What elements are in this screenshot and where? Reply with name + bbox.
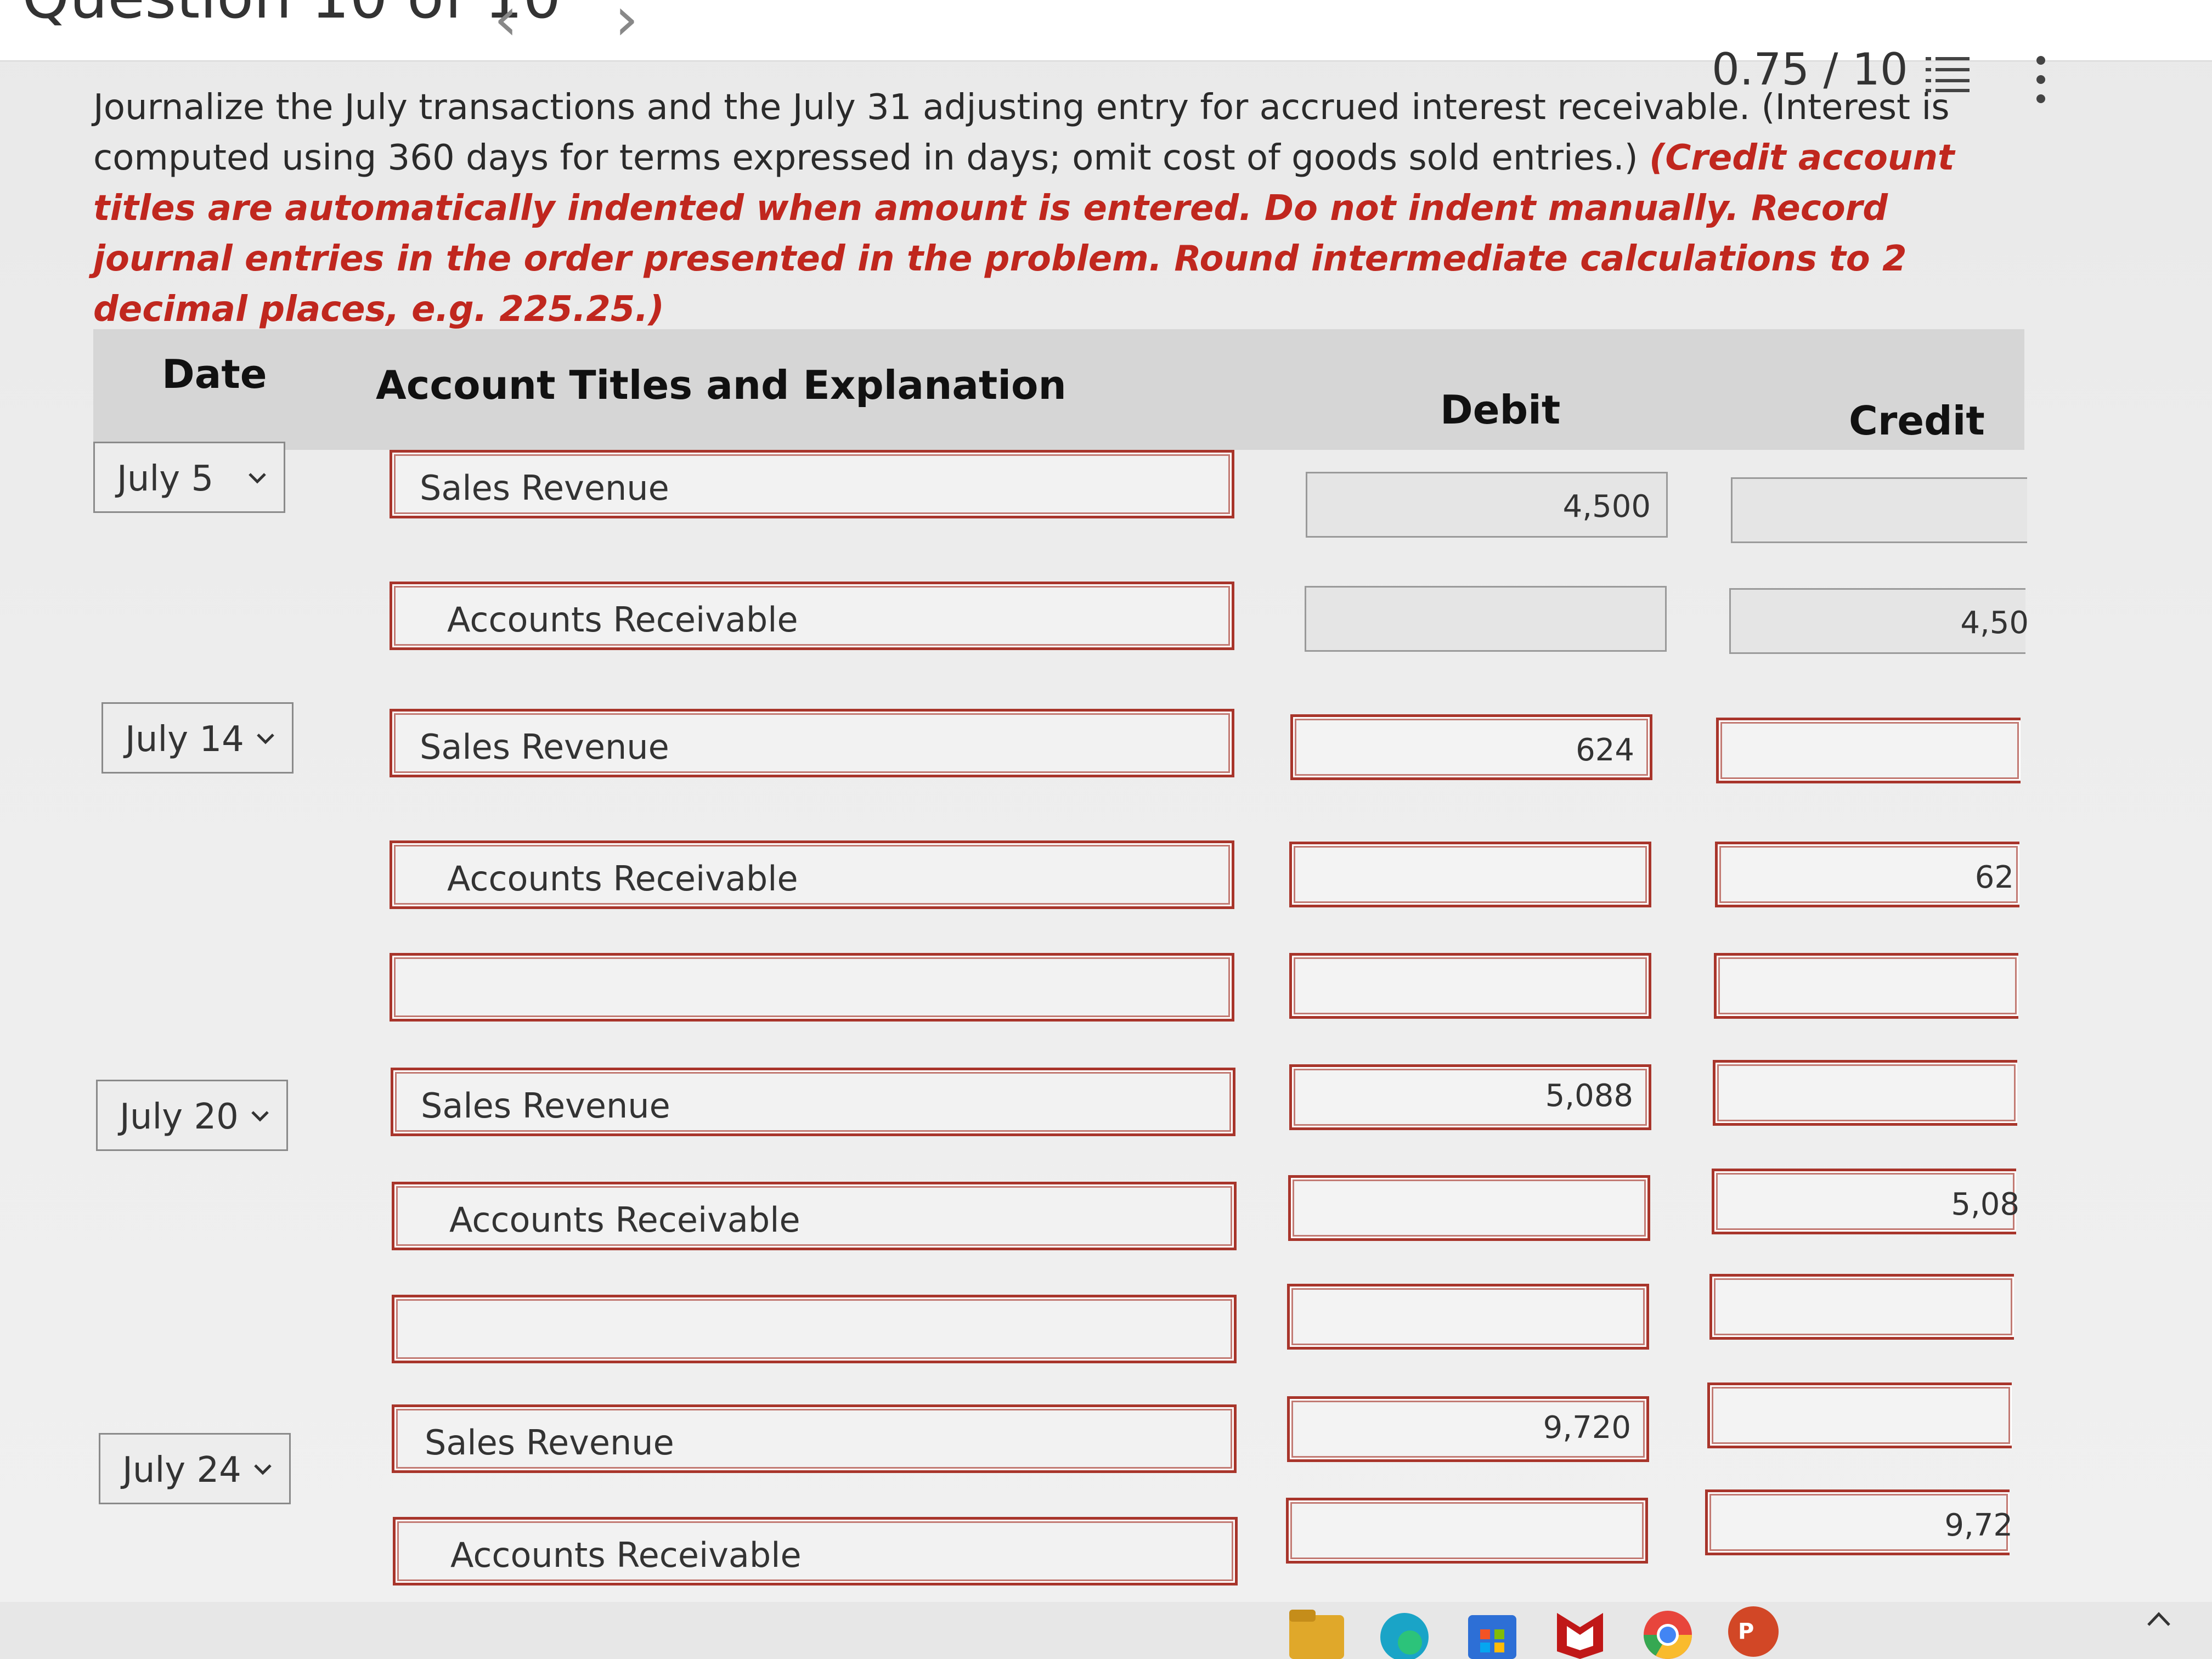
chevron-right-icon[interactable]: ›	[614, 0, 639, 54]
date-select-value: July 20	[120, 1097, 239, 1137]
account-title-input[interactable]: Accounts Receivable	[390, 582, 1234, 650]
debit-input[interactable]: 9,720	[1287, 1396, 1649, 1462]
date-select-july-24[interactable]: July 24	[99, 1433, 291, 1504]
debit-input[interactable]	[1286, 1498, 1648, 1564]
chevron-up-icon[interactable]	[2145, 1607, 2172, 1629]
debit-input[interactable]	[1288, 1175, 1650, 1241]
date-select-value: July 24	[122, 1450, 241, 1491]
journal-table-header: Date Account Titles and Explanation Debi…	[93, 329, 2024, 450]
account-title-value: Accounts Receivable	[447, 600, 798, 640]
account-title-input[interactable]	[392, 1295, 1237, 1363]
debit-value: 624	[1576, 732, 1634, 768]
date-select-value: July 5	[117, 459, 214, 499]
account-title-input[interactable]: Sales Revenue	[392, 1404, 1237, 1473]
file-explorer-icon[interactable]	[1286, 1607, 1347, 1659]
credit-value: 9,72	[1944, 1508, 2013, 1543]
account-title-value: Sales Revenue	[420, 727, 669, 767]
debit-value: 4,500	[1562, 489, 1651, 524]
credit-input[interactable]	[1731, 477, 2027, 543]
date-select-value: July 14	[125, 719, 244, 760]
chevron-down-icon	[257, 733, 274, 744]
credit-value: 5,08	[1951, 1187, 2019, 1222]
debit-input[interactable]: 5,088	[1289, 1064, 1651, 1130]
account-title-value: Accounts Receivable	[450, 1535, 802, 1575]
debit-input[interactable]	[1287, 1284, 1649, 1350]
credit-input[interactable]: 9,72	[1705, 1489, 2013, 1555]
credit-input[interactable]: 5,08	[1712, 1169, 2019, 1234]
question-label: Question 10 of 10	[22, 0, 561, 32]
credit-input[interactable]: 62	[1715, 842, 2019, 907]
mcafee-icon[interactable]	[1553, 1607, 1607, 1659]
account-title-input[interactable]: Accounts Receivable	[393, 1517, 1238, 1585]
more-vertical-icon[interactable]	[2030, 55, 2052, 104]
debit-input[interactable]: 4,500	[1306, 472, 1668, 538]
account-title-value: Sales Revenue	[425, 1423, 674, 1463]
date-select-july-5[interactable]: July 5	[93, 442, 285, 513]
header-credit: Credit	[1849, 398, 1985, 444]
credit-input[interactable]	[1713, 1060, 2017, 1126]
chevron-down-icon	[251, 1111, 269, 1122]
page: Question 10 of 10 ‹ › 0.75 / 10 Journali…	[0, 0, 2212, 1659]
account-title-input[interactable]: Sales Revenue	[391, 1068, 1235, 1136]
account-title-input[interactable]: Accounts Receivable	[392, 1182, 1237, 1250]
account-title-value: Sales Revenue	[421, 1086, 670, 1126]
chrome-icon[interactable]	[1640, 1607, 1695, 1659]
debit-value: 9,720	[1543, 1410, 1631, 1446]
credit-input[interactable]	[1709, 1274, 2014, 1340]
debit-input[interactable]: 624	[1290, 714, 1652, 780]
header-account-titles: Account Titles and Explanation	[376, 362, 1066, 408]
date-select-july-14[interactable]: July 14	[101, 702, 294, 774]
credit-input[interactable]	[1707, 1383, 2012, 1448]
header-debit: Debit	[1440, 387, 1561, 433]
account-title-input[interactable]: Sales Revenue	[390, 709, 1234, 777]
debit-value: 5,088	[1545, 1078, 1633, 1114]
credit-input[interactable]	[1716, 718, 2021, 783]
account-title-input[interactable]	[390, 953, 1234, 1022]
debit-input[interactable]	[1289, 842, 1651, 907]
store-icon[interactable]	[1465, 1610, 1520, 1659]
chevron-down-icon	[254, 1464, 272, 1475]
taskbar: P	[0, 1602, 2212, 1659]
account-title-input[interactable]: Accounts Receivable	[390, 840, 1234, 909]
powerpoint-letter: P	[1738, 1619, 1754, 1644]
powerpoint-icon[interactable]: P	[1728, 1606, 1779, 1657]
date-select-july-20[interactable]: July 20	[96, 1080, 288, 1151]
edge-icon[interactable]	[1377, 1606, 1432, 1659]
account-title-value: Accounts Receivable	[447, 859, 798, 899]
question-instructions: Journalize the July transactions and the…	[93, 82, 2030, 335]
credit-value: 4,50	[1960, 605, 2029, 641]
chevron-left-icon[interactable]: ‹	[494, 0, 518, 54]
account-title-value: Accounts Receivable	[449, 1200, 800, 1240]
credit-value: 62	[1974, 860, 2014, 895]
debit-input[interactable]	[1289, 953, 1651, 1019]
account-title-value: Sales Revenue	[420, 468, 669, 508]
account-title-input[interactable]: Sales Revenue	[390, 450, 1234, 518]
credit-input[interactable]: 4,50	[1729, 588, 2029, 654]
debit-input[interactable]	[1305, 586, 1667, 652]
header-date: Date	[162, 351, 267, 397]
credit-input[interactable]	[1714, 953, 2018, 1019]
chevron-down-icon	[249, 473, 266, 484]
